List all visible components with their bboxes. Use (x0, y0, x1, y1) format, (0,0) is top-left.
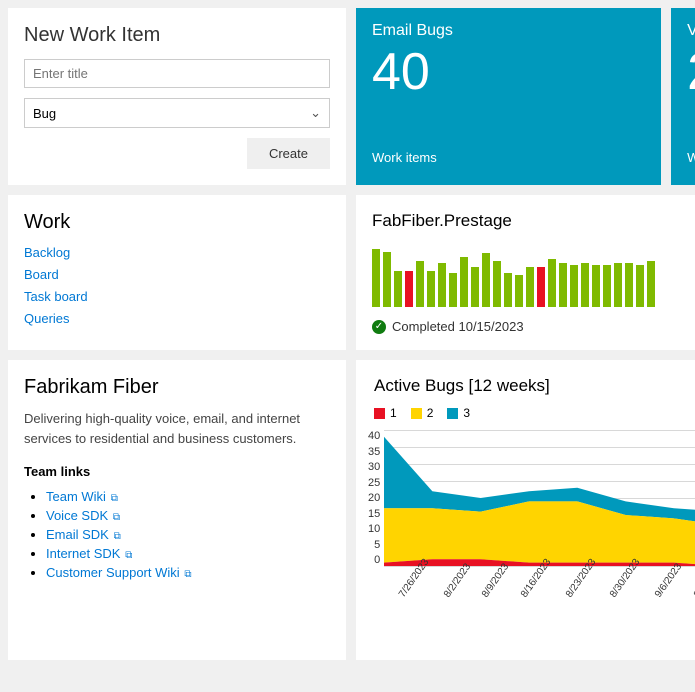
build-bar[interactable] (570, 265, 578, 307)
y-axis: 40 35 30 25 20 15 10 5 0 (368, 430, 384, 566)
work-links: Backlog Board Task board Queries (24, 244, 330, 328)
team-link[interactable]: Team Wiki ⧉ (46, 489, 118, 504)
build-bar[interactable] (592, 265, 600, 307)
prestage-card: FabFiber.Prestage ✓ Completed 10/15/2023 (356, 195, 695, 350)
tile-sub: Work items (687, 150, 695, 165)
build-bar[interactable] (405, 271, 413, 307)
y-tick: 10 (368, 523, 380, 535)
build-bar[interactable] (581, 263, 589, 307)
legend-swatch (447, 408, 458, 419)
build-bar[interactable] (504, 273, 512, 307)
build-bar[interactable] (427, 271, 435, 307)
legend-label: 1 (390, 406, 397, 420)
create-button[interactable]: Create (247, 138, 330, 169)
tile-count: 40 (372, 44, 645, 101)
external-link-icon: ⧉ (111, 531, 121, 542)
legend-item: 2 (411, 406, 434, 420)
build-bar[interactable] (515, 275, 523, 307)
build-bar[interactable] (548, 259, 556, 307)
team-links: Team Wiki ⧉ Voice SDK ⧉ Email SDK ⧉ Interne… (24, 489, 330, 580)
active-bugs-legend: 1 2 3 (368, 406, 695, 420)
team-link[interactable]: Customer Support Wiki ⧉ (46, 565, 192, 580)
about-card: Fabrikam Fiber Delivering high-quality v… (8, 360, 346, 660)
build-bar[interactable] (416, 261, 424, 307)
tile-email-bugs[interactable]: Email Bugs 40 Work items (356, 8, 661, 185)
tile-title: Email Bugs (372, 22, 645, 40)
active-bugs-card: Active Bugs [12 weeks] 1 2 3 40 35 30 25 20 15 1… (356, 360, 695, 660)
build-bar[interactable] (460, 257, 468, 307)
work-card: Work Backlog Board Task board Queries (8, 195, 346, 350)
team-link[interactable]: Internet SDK ⧉ (46, 546, 132, 561)
new-work-item-card: New Work Item Bug ⌄ Create (8, 8, 346, 185)
prestage-status: ✓ Completed 10/15/2023 (372, 319, 695, 334)
build-bar[interactable] (537, 267, 545, 307)
prestage-status-label: Completed 10/15/2023 (392, 319, 524, 334)
build-bar[interactable] (438, 263, 446, 307)
work-link[interactable]: Board (24, 267, 59, 282)
y-tick: 40 (368, 430, 380, 442)
check-icon: ✓ (372, 320, 386, 334)
y-tick: 20 (368, 492, 380, 504)
tile-title: Voice Bugs (687, 22, 695, 40)
y-tick: 5 (368, 539, 380, 551)
work-item-type-value: Bug (33, 106, 56, 121)
work-link[interactable]: Queries (24, 311, 70, 326)
build-bar[interactable] (372, 249, 380, 307)
x-axis: 7/26/20238/2/20238/9/20238/16/20238/23/2… (368, 590, 695, 607)
y-tick: 35 (368, 446, 380, 458)
legend-swatch (411, 408, 422, 419)
prestage-title: FabFiber.Prestage (372, 211, 695, 231)
tile-voice-bugs[interactable]: Voice Bugs 21 Work items (671, 8, 695, 185)
build-bar[interactable] (526, 267, 534, 307)
work-link[interactable]: Backlog (24, 245, 70, 260)
build-bar[interactable] (383, 252, 391, 307)
build-bar[interactable] (559, 263, 567, 307)
team-link[interactable]: Voice SDK ⧉ (46, 508, 120, 523)
work-item-title-input[interactable] (24, 59, 330, 88)
build-bar[interactable] (449, 273, 457, 307)
about-description: Delivering high-quality voice, email, an… (24, 409, 330, 448)
tile-sub: Work items (372, 150, 645, 165)
build-bar[interactable] (636, 265, 644, 307)
legend-item: 1 (374, 406, 397, 420)
build-bar[interactable] (625, 263, 633, 307)
build-bar[interactable] (614, 263, 622, 307)
build-bar[interactable] (394, 271, 402, 307)
external-link-icon: ⧉ (108, 493, 118, 504)
legend-label: 2 (427, 406, 434, 420)
build-bar[interactable] (482, 253, 490, 307)
y-tick: 30 (368, 461, 380, 473)
team-link[interactable]: Email SDK ⧉ (46, 527, 121, 542)
new-work-item-title: New Work Item (24, 24, 330, 47)
legend-item: 3 (447, 406, 470, 420)
external-link-icon: ⧉ (182, 569, 192, 580)
active-bugs-title: Active Bugs [12 weeks] (368, 376, 695, 396)
build-bar[interactable] (603, 265, 611, 307)
y-tick: 25 (368, 477, 380, 489)
external-link-icon: ⧉ (110, 512, 120, 523)
legend-swatch (374, 408, 385, 419)
prestage-bars (372, 247, 695, 307)
build-bar[interactable] (493, 261, 501, 307)
work-item-type-select[interactable]: Bug ⌄ (24, 98, 330, 128)
work-title: Work (24, 211, 330, 234)
y-tick: 15 (368, 508, 380, 520)
external-link-icon: ⧉ (122, 550, 132, 561)
tiles-row: Email Bugs 40 Work items Voice Bugs 21 W… (356, 8, 695, 185)
work-link[interactable]: Task board (24, 289, 88, 304)
about-title: Fabrikam Fiber (24, 376, 330, 399)
legend-label: 3 (463, 406, 470, 420)
chevron-down-icon: ⌄ (310, 105, 321, 121)
y-tick: 0 (368, 554, 380, 566)
build-bar[interactable] (647, 261, 655, 307)
team-links-title: Team links (24, 464, 330, 479)
tile-count: 21 (687, 44, 695, 101)
build-bar[interactable] (471, 267, 479, 307)
